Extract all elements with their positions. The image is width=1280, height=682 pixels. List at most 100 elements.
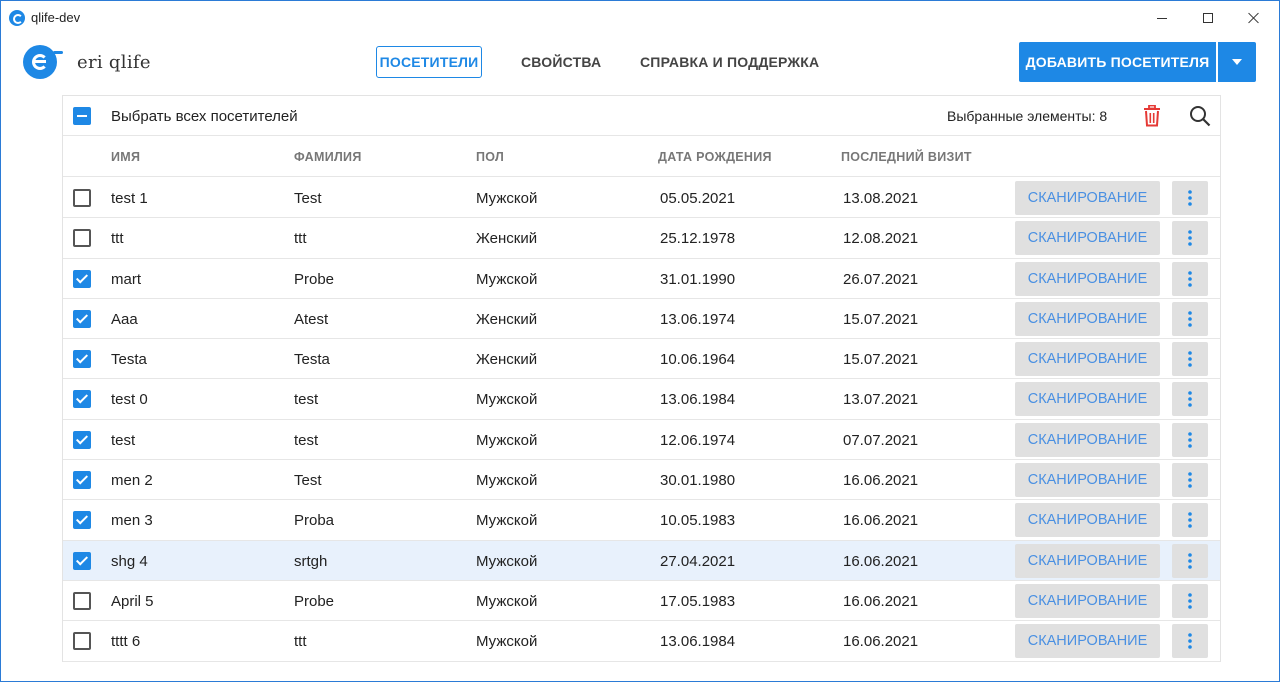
cell-last-visit: 12.08.2021 <box>843 230 919 248</box>
column-header-surname[interactable]: ФАМИЛИЯ <box>294 150 362 164</box>
cell-last-visit: 07.07.2021 <box>843 431 919 449</box>
scan-button[interactable]: СКАНИРОВАНИЕ <box>1015 463 1160 498</box>
row-menu-button[interactable] <box>1172 221 1208 256</box>
scan-button[interactable]: СКАНИРОВАНИЕ <box>1015 221 1160 256</box>
cell-surname: Test <box>294 472 322 490</box>
row-checkbox[interactable] <box>73 309 91 328</box>
table-row[interactable]: Testa Testa Женский 10.06.1964 15.07.2021 СКА… <box>63 339 1220 380</box>
table-row[interactable]: April 5 Probe Мужской 17.05.1983 16.06.2021 С… <box>63 580 1220 622</box>
row-checkbox[interactable] <box>73 350 91 369</box>
trash-icon[interactable] <box>1142 104 1162 127</box>
table-row[interactable]: shg 4 srtgh Мужской 27.04.2021 16.06.2021 СКА… <box>63 540 1220 581</box>
cell-sex: Мужской <box>476 472 538 490</box>
row-menu-button[interactable] <box>1172 301 1208 336</box>
scan-button[interactable]: СКАНИРОВАНИЕ <box>1015 503 1160 538</box>
cell-name: Testa <box>111 351 147 369</box>
table-row[interactable]: ttt ttt Женский 25.12.1978 12.08.2021 СКАНИРО… <box>63 218 1220 259</box>
brand-logo-icon <box>23 45 63 79</box>
row-checkbox[interactable] <box>73 511 91 530</box>
cell-last-visit: 16.06.2021 <box>843 552 919 570</box>
column-header-sex[interactable]: ПОЛ <box>476 150 504 164</box>
add-visitor-button[interactable]: ДОБАВИТЬ ПОСЕТИТЕЛЯ <box>1019 42 1216 82</box>
window-title: qlife-dev <box>31 10 81 25</box>
row-menu-button[interactable] <box>1172 261 1208 296</box>
column-header-last-visit[interactable]: ПОСЛЕДНИЙ ВИЗИТ <box>841 150 972 164</box>
more-vertical-icon <box>1188 472 1192 488</box>
title-bar: qlife-dev <box>1 1 1279 35</box>
table-row[interactable]: men 2 Test Мужской 30.01.1980 16.06.2021 СКАН… <box>63 460 1220 501</box>
close-icon <box>1248 12 1260 24</box>
column-header-name[interactable]: ИМЯ <box>111 150 140 164</box>
scan-button[interactable]: СКАНИРОВАНИЕ <box>1015 261 1160 296</box>
cell-surname: Probe <box>294 592 335 610</box>
scan-button[interactable]: СКАНИРОВАНИЕ <box>1015 382 1160 417</box>
cell-sex: Женский <box>476 351 538 369</box>
scan-button[interactable]: СКАНИРОВАНИЕ <box>1015 422 1160 457</box>
row-menu-button[interactable] <box>1172 181 1208 215</box>
cell-last-visit: 13.08.2021 <box>843 190 919 207</box>
cell-birth-date: 12.06.1974 <box>660 431 736 449</box>
app-logo-icon <box>9 10 25 26</box>
row-checkbox[interactable] <box>73 551 91 570</box>
table-row[interactable]: test test Мужской 12.06.1974 07.07.2021 СКАНИ… <box>63 419 1220 461</box>
cell-birth-date: 10.06.1964 <box>660 351 736 369</box>
scan-button[interactable]: СКАНИРОВАНИЕ <box>1015 181 1160 215</box>
maximize-button[interactable] <box>1185 1 1231 35</box>
row-checkbox[interactable] <box>73 430 91 449</box>
nav-tab-properties[interactable]: СВОЙСТВА <box>521 46 601 78</box>
scan-button[interactable]: СКАНИРОВАНИЕ <box>1015 342 1160 377</box>
scan-button[interactable]: СКАНИРОВАНИЕ <box>1015 624 1160 659</box>
cell-birth-date: 13.06.1984 <box>660 633 736 651</box>
row-menu-button[interactable] <box>1172 463 1208 498</box>
row-menu-button[interactable] <box>1172 583 1208 618</box>
nav-tab-visitors[interactable]: ПОСЕТИТЕЛИ <box>376 46 482 78</box>
table-row[interactable]: tttt 6 ttt Мужской 13.06.1984 16.06.2021 СКАН… <box>63 621 1220 662</box>
row-checkbox[interactable] <box>73 189 91 207</box>
cell-birth-date: 25.12.1978 <box>660 230 736 248</box>
cell-sex: Мужской <box>476 552 538 570</box>
row-checkbox[interactable] <box>73 229 91 248</box>
row-menu-button[interactable] <box>1172 342 1208 377</box>
row-checkbox[interactable] <box>73 632 91 651</box>
cell-name: men 3 <box>111 512 153 530</box>
cell-last-visit: 16.06.2021 <box>843 592 919 610</box>
row-checkbox[interactable] <box>73 471 91 490</box>
minimize-button[interactable] <box>1139 1 1185 35</box>
maximize-icon <box>1203 13 1213 23</box>
nav-tab-help[interactable]: СПРАВКА И ПОДДЕРЖКА <box>640 46 819 78</box>
cell-last-visit: 16.06.2021 <box>843 472 919 490</box>
table-row[interactable]: men 3 Proba Мужской 10.05.1983 16.06.2021 СКА… <box>63 500 1220 541</box>
cell-name: test <box>111 431 136 449</box>
cell-birth-date: 31.01.1990 <box>660 270 736 288</box>
chevron-down-icon <box>1232 59 1242 65</box>
search-icon[interactable] <box>1189 105 1211 127</box>
row-menu-button[interactable] <box>1172 382 1208 417</box>
table-body: test 1 Test Мужской 05.05.2021 13.08.2021 СКА… <box>63 178 1220 662</box>
table-row[interactable]: test 0 test Мужской 13.06.1984 13.07.2021 СКА… <box>63 379 1220 420</box>
more-vertical-icon <box>1188 270 1192 287</box>
table-row[interactable]: Aaa Atest Женский 13.06.1974 15.07.2021 СКАНИ… <box>63 298 1220 340</box>
table-row[interactable]: mart Probe Мужской 31.01.1990 26.07.2021 СКАН… <box>63 258 1220 299</box>
scan-button[interactable]: СКАНИРОВАНИЕ <box>1015 301 1160 336</box>
row-menu-button[interactable] <box>1172 422 1208 457</box>
more-vertical-icon <box>1188 351 1192 367</box>
row-menu-button[interactable] <box>1172 503 1208 538</box>
more-vertical-icon <box>1188 512 1192 529</box>
column-header-birth-date[interactable]: ДАТА РОЖДЕНИЯ <box>658 150 772 164</box>
select-all-checkbox[interactable] <box>73 107 91 125</box>
add-visitor-dropdown-button[interactable] <box>1218 42 1256 82</box>
cell-name: test 1 <box>111 190 148 207</box>
cell-sex: Женский <box>476 310 538 328</box>
table-row[interactable]: test 1 Test Мужской 05.05.2021 13.08.2021 СКА… <box>63 178 1220 219</box>
row-menu-button[interactable] <box>1172 624 1208 659</box>
row-menu-button[interactable] <box>1172 543 1208 578</box>
row-checkbox[interactable] <box>73 269 91 288</box>
cell-last-visit: 13.07.2021 <box>843 391 919 409</box>
scan-button[interactable]: СКАНИРОВАНИЕ <box>1015 543 1160 578</box>
row-checkbox[interactable] <box>73 591 91 610</box>
close-button[interactable] <box>1231 1 1277 35</box>
scan-button[interactable]: СКАНИРОВАНИЕ <box>1015 583 1160 618</box>
row-checkbox[interactable] <box>73 390 91 409</box>
more-vertical-icon <box>1188 633 1192 650</box>
cell-sex: Мужской <box>476 391 538 409</box>
